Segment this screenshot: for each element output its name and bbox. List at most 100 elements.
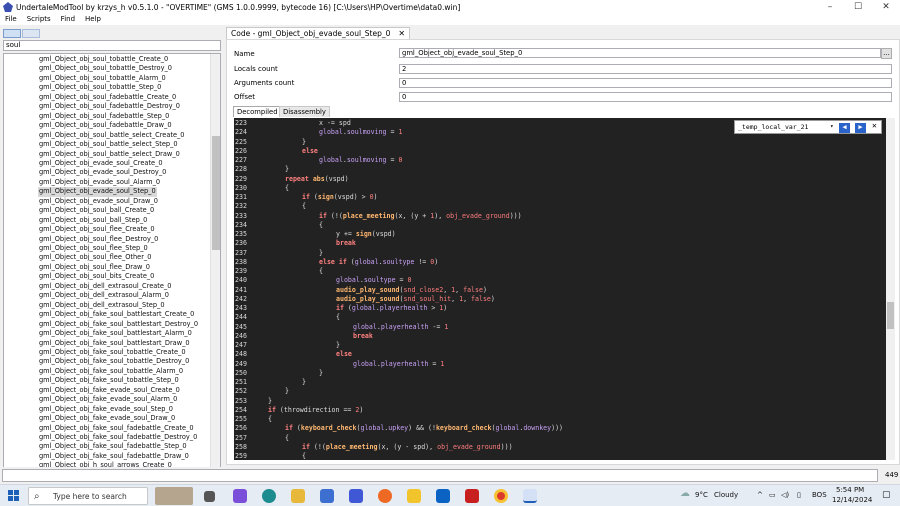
tree-item[interactable]: gml_Object_obj_fake_soul_battlestart_Ala… [38, 329, 193, 338]
task-view-icon[interactable] [204, 491, 215, 502]
tree-item[interactable]: gml_Object_obj_soul_battle_select_Draw_0 [38, 150, 181, 159]
edge-icon[interactable] [262, 489, 276, 503]
code-scrollbar[interactable] [886, 118, 895, 460]
tree-item[interactable]: gml_Object_obj_evade_soul_Create_0 [38, 159, 164, 168]
tree-item[interactable]: gml_Object_obj_evade_soul_Draw_0 [38, 197, 159, 206]
taskbar-search[interactable]: ⌕ Type here to search [28, 487, 148, 505]
tree-item[interactable]: gml_Object_obj_soul_tobattle_Step_0 [38, 83, 162, 92]
tree-item[interactable]: gml_Object_obj_fake_soul_battlestart_Des… [38, 320, 199, 329]
tree-scroll-thumb[interactable] [212, 136, 220, 250]
tree-item[interactable]: gml_Object_obj_soul_fadebattle_Draw_0 [38, 121, 173, 130]
forward-arrow-icon[interactable] [22, 29, 40, 38]
network-icon[interactable]: ▭ [769, 491, 776, 499]
line-number: 243 [235, 304, 247, 312]
tree-item[interactable]: gml_Object_obj_dell_extrasoul_Alarm_0 [38, 291, 170, 300]
tree-item[interactable]: gml_Object_obj_dell_extrasoul_Create_0 [38, 282, 172, 291]
tree-item[interactable]: gml_Object_obj_fake_soul_tobattle_Create… [38, 348, 187, 357]
find-dropdown-icon[interactable]: ▾ [830, 123, 836, 130]
tree-item[interactable]: gml_Object_obj_soul_fadebattle_Step_0 [38, 112, 170, 121]
command-input[interactable] [2, 469, 878, 482]
menu-file[interactable]: File [0, 14, 22, 25]
tree-item[interactable]: gml_Object_obj_fake_evade_soul_Draw_0 [38, 414, 176, 423]
code-scroll-thumb[interactable] [887, 302, 894, 329]
browse-button[interactable]: ... [881, 48, 892, 59]
tree-item[interactable]: gml_Object_obj_soul_tobattle_Destroy_0 [38, 64, 173, 73]
notification-icon[interactable]: ▢ [882, 490, 891, 500]
undertalemodtool-icon[interactable] [523, 489, 537, 503]
tree-item[interactable]: gml_Object_obj_soul_flee_Other_0 [38, 253, 152, 262]
media-player-icon[interactable] [349, 489, 363, 503]
menu-help[interactable]: Help [80, 14, 106, 25]
close-button[interactable]: ✕ [872, 0, 900, 14]
red-app-icon[interactable] [465, 489, 479, 503]
tree-item[interactable]: gml_Object_obj_fake_soul_fadebattle_Dest… [38, 433, 198, 442]
clock-time[interactable]: 5:54 PM [836, 486, 864, 494]
tree-item[interactable]: gml_Object_obj_evade_soul_Alarm_0 [38, 178, 161, 187]
minimize-button[interactable]: – [816, 0, 844, 14]
copilot-icon[interactable] [233, 489, 247, 503]
tree-item[interactable]: gml_Object_obj_soul_flee_Step_0 [38, 244, 149, 253]
tree-item[interactable]: gml_Object_obj_fake_soul_fadebattle_Crea… [38, 424, 195, 433]
tree-item[interactable]: gml_Object_obj_fake_soul_tobattle_Step_0 [38, 376, 180, 385]
firefox-icon[interactable] [378, 489, 392, 503]
language-indicator[interactable]: BOS [812, 491, 827, 499]
windows-start-icon[interactable] [8, 490, 20, 502]
offset-field[interactable]: 0 [399, 92, 892, 102]
tree-item[interactable]: gml_Object_obj_fake_soul_tobattle_Alarm_… [38, 367, 184, 376]
name-field[interactable]: gml_Object_obj_evade_soul_Step_0 [399, 48, 881, 58]
tab-disassembly[interactable]: Disassembly [279, 106, 330, 117]
tree-item[interactable]: gml_Object_obj_fake_soul_fadebattle_Step… [38, 442, 188, 451]
tree-item[interactable]: gml_Object_obj_evade_soul_Step_0 [38, 187, 157, 197]
tree-item[interactable]: gml_Object_obj_soul_battle_select_Create… [38, 131, 186, 140]
tab-code[interactable]: Code - gml_Object_obj_evade_soul_Step_0 … [226, 27, 411, 39]
tree-item[interactable]: gml_Object_obj_soul_bits_Create_0 [38, 272, 155, 281]
tree-item[interactable]: gml_Object_obj_soul_tobattle_Alarm_0 [38, 74, 167, 83]
tree-item[interactable]: gml_Object_obj_soul_flee_Destroy_0 [38, 235, 159, 244]
maximize-button[interactable]: ☐ [844, 0, 872, 14]
file-explorer-icon[interactable] [291, 489, 305, 503]
search-highlight-icon[interactable] [155, 487, 193, 505]
code-line: global.soultype = 0 [336, 276, 412, 285]
outlook-icon[interactable] [436, 489, 450, 503]
clock-date[interactable]: 12/14/2024 [832, 496, 872, 504]
menu-find[interactable]: Find [56, 14, 80, 25]
battery-icon[interactable]: ▯ [797, 491, 801, 499]
tree-item[interactable]: gml_Object_obj_soul_flee_Draw_0 [38, 263, 151, 272]
menu-scripts[interactable]: Scripts [22, 14, 56, 25]
tree-item[interactable]: gml_Object_obj_fake_soul_tobattle_Destro… [38, 357, 190, 366]
game-icon[interactable] [407, 489, 421, 503]
store-icon[interactable] [320, 489, 334, 503]
find-previous-button[interactable]: ◀ [839, 123, 850, 133]
find-next-button[interactable]: ▶ [855, 123, 866, 133]
volume-icon[interactable]: ◁) [781, 491, 789, 499]
find-input[interactable]: _temp_local_var_21 [738, 123, 828, 132]
chrome-icon[interactable] [494, 489, 508, 503]
back-arrow-icon[interactable] [3, 29, 21, 38]
tree-item[interactable]: gml_Object_obj_soul_battle_select_Step_0 [38, 140, 179, 149]
tree-scrollbar[interactable] [210, 54, 220, 488]
tree-item[interactable]: gml_Object_obj_fake_soul_battlestart_Cre… [38, 310, 195, 319]
tree-item[interactable]: gml_Object_obj_soul_flee_Create_0 [38, 225, 156, 234]
find-close-icon[interactable]: ✕ [872, 121, 877, 130]
locals-count-field[interactable]: 2 [399, 64, 892, 74]
tab-decompiled[interactable]: Decompiled [233, 106, 282, 117]
tree-item[interactable]: gml_Object_obj_soul_ball_Step_0 [38, 216, 148, 225]
code-line: { [285, 183, 289, 192]
tree-item[interactable]: gml_Object_obj_fake_soul_battlestart_Dra… [38, 339, 191, 348]
arguments-count-field[interactable]: 0 [399, 78, 892, 88]
tree-item[interactable]: gml_Object_obj_soul_tobattle_Create_0 [38, 55, 169, 64]
tree-item[interactable]: gml_Object_obj_dell_extrasoul_Step_0 [38, 301, 166, 310]
search-input[interactable]: soul [3, 40, 221, 51]
resource-tree[interactable]: gml_Object_obj_soul_tobattle_Create_0 gml… [3, 53, 221, 489]
tree-item[interactable]: gml_Object_obj_soul_ball_Create_0 [38, 206, 155, 215]
tree-item[interactable]: gml_Object_obj_fake_evade_soul_Alarm_0 [38, 395, 178, 404]
tree-item[interactable]: gml_Object_obj_evade_soul_Destroy_0 [38, 168, 167, 177]
tab-close-icon[interactable]: ✕ [398, 29, 405, 38]
tree-item[interactable]: gml_Object_obj_fake_evade_soul_Create_0 [38, 386, 181, 395]
tree-item[interactable]: gml_Object_obj_soul_fadebattle_Create_0 [38, 93, 177, 102]
tree-item[interactable]: gml_Object_obj_fake_soul_fadebattle_Draw… [38, 452, 190, 461]
chevron-up-icon[interactable]: ^ [757, 491, 763, 499]
tree-item[interactable]: gml_Object_obj_soul_fadebattle_Destroy_0 [38, 102, 181, 111]
tree-item[interactable]: gml_Object_obj_fake_evade_soul_Step_0 [38, 405, 174, 414]
code-editor[interactable]: 223 224 225 226 227 228 229 230 231 232 233 234 235 2… [234, 118, 886, 460]
